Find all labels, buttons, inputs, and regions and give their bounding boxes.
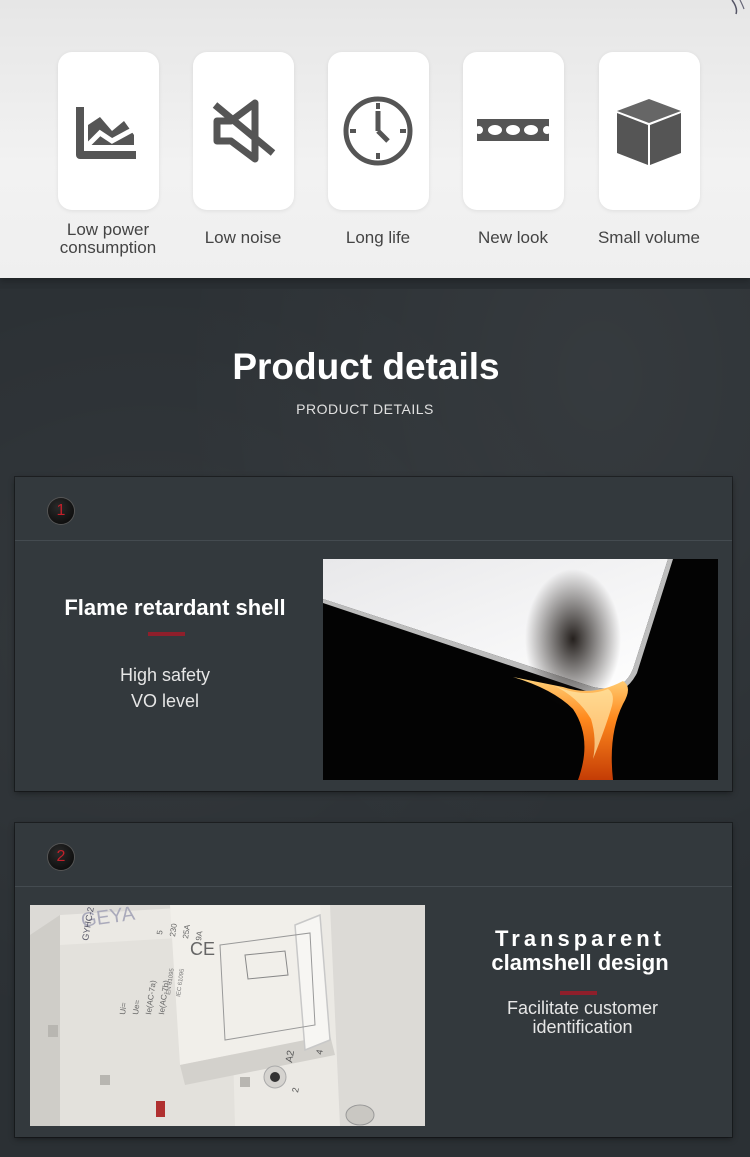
detail-panel-1: 1 Flame retardant shell High safety VO l… (15, 477, 732, 791)
feature-card (598, 52, 700, 210)
device-image: GEYA GYHC-2 Ui= Ue= Ie(AC-7a) Ie(AC-7b) … (30, 905, 425, 1126)
accent-bar (560, 991, 597, 995)
plant-decoration-icon (731, 0, 745, 15)
feature-long-life: Long life (313, 52, 443, 247)
feature-label: Long life (345, 228, 411, 247)
clock-icon (343, 96, 413, 166)
section-title: Product details (232, 346, 500, 387)
rail-strip-icon (477, 119, 549, 141)
feature-label: New look (478, 228, 548, 247)
feature-label: Low noise (204, 228, 282, 247)
panel-header: 2 (15, 823, 732, 887)
svg-text:Ui=: Ui= (118, 1002, 129, 1016)
feature-card (192, 52, 294, 210)
feature-label: Small volume (597, 228, 701, 247)
cube-icon (617, 99, 681, 165)
panel-title: Transparent clamshell design (491, 926, 669, 975)
feature-card (327, 52, 429, 210)
panel-title: Flame retardant shell (64, 595, 286, 620)
feature-low-power: Low power consumption (43, 52, 173, 257)
svg-text:CE: CE (190, 939, 215, 959)
feature-card (57, 52, 159, 210)
feature-small-volume: Small volume (584, 52, 714, 247)
svg-text:230: 230 (168, 922, 179, 937)
step-number-badge: 1 (48, 498, 74, 524)
accent-bar (148, 632, 185, 636)
clamshell-device-photo: GEYA GYHC-2 Ui= Ue= Ie(AC-7a) Ie(AC-7b) … (30, 905, 425, 1126)
feature-label: Low power consumption (59, 220, 157, 257)
features-band: Low power consumption Low noise Long lif… (0, 0, 750, 278)
detail-panel-2: 2 GEYA GYHC-2 Ui= Ue= Ie(AC-7a) Ie(AC-7b… (15, 823, 732, 1137)
step-number-badge: 2 (48, 844, 74, 870)
feature-low-noise: Low noise (178, 52, 308, 247)
panel-header: 1 (15, 477, 732, 541)
flame-photo (323, 559, 718, 780)
mute-speaker-icon (212, 99, 276, 163)
panel-description: High safety VO level (119, 665, 211, 711)
panel-description: Facilitate customer identification (506, 998, 659, 1037)
svg-text:A2: A2 (284, 1049, 297, 1063)
feature-card (462, 52, 564, 210)
flame-image (323, 559, 718, 780)
low-power-chart-icon (76, 107, 136, 159)
section-subtitle: PRODUCT DETAILS (296, 401, 434, 417)
feature-new-look: New look (448, 52, 578, 247)
